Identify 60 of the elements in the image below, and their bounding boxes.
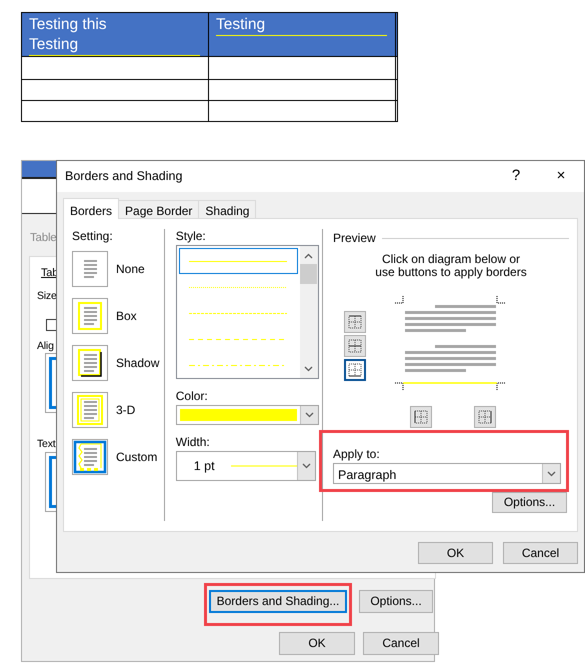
setting-label: Custom [116, 448, 158, 466]
border-grid-icon [348, 315, 362, 329]
setting-label: Box [116, 308, 137, 324]
border-toggle-button[interactable] [344, 311, 366, 333]
field-label: Size [37, 289, 57, 304]
border-setting-icon[interactable] [72, 344, 108, 380]
cell-text: Testing this [29, 15, 107, 35]
section-label: Setting: [72, 229, 114, 245]
help-button[interactable]: ? [501, 162, 531, 190]
field-label: Text [37, 437, 56, 452]
tab[interactable]: Page Border [118, 200, 200, 218]
scroll-down-icon[interactable] [304, 366, 314, 372]
border-toggle-button[interactable] [474, 406, 496, 428]
options-button[interactable]: Options... [492, 492, 567, 513]
border-grid-icon [414, 410, 428, 424]
close-button[interactable]: × [546, 162, 576, 190]
color-dropdown[interactable] [176, 405, 319, 425]
tab[interactable]: Borders [63, 198, 120, 219]
dialog-button[interactable]: Cancel [363, 632, 439, 655]
dropdown-value: Paragraph [337, 467, 398, 483]
border-toggle-button[interactable] [344, 335, 366, 357]
section-label: Style: [176, 229, 207, 245]
width-dropdown[interactable]: 1 pt [176, 451, 316, 481]
section-label: Color: [176, 389, 209, 405]
scroll-thumb[interactable] [300, 264, 318, 284]
apply-to-dropdown[interactable]: Paragraph [333, 463, 561, 484]
dialog-button[interactable]: Borders and Shading... [209, 590, 347, 613]
width-value: 1 pt [194, 458, 215, 475]
cell-text: Testing [29, 35, 78, 55]
dialog-button[interactable]: Options... [359, 590, 433, 613]
border-grid-icon [478, 410, 492, 424]
hint-text: use buttons to apply borders [375, 266, 527, 279]
border-toggle-button[interactable] [410, 406, 432, 428]
setting-label: Shadow [116, 354, 160, 372]
dialog-button[interactable]: OK [418, 542, 493, 564]
border-toggle-button[interactable] [344, 359, 366, 381]
dialog-button[interactable]: OK [279, 632, 355, 655]
scrollbar[interactable] [300, 246, 318, 378]
dialog-button[interactable]: Cancel [503, 542, 578, 564]
section-label: Preview [333, 230, 376, 247]
line-style-option[interactable] [178, 248, 298, 274]
checkbox[interactable] [46, 319, 57, 331]
border-grid-icon [348, 363, 362, 377]
line-sample [230, 465, 297, 467]
window-title: Borders and Shading [65, 168, 182, 186]
caret-icon[interactable] [304, 412, 314, 418]
hint-text: Click on diagram below or [382, 253, 520, 266]
section-label: Width: [176, 435, 211, 451]
border-grid-icon [348, 339, 362, 353]
section-label: Apply to: [333, 447, 380, 463]
setting-label: None [116, 260, 145, 278]
caret-icon[interactable] [547, 470, 556, 476]
setting-label: 3-D [116, 402, 136, 418]
scroll-up-icon[interactable] [304, 253, 314, 259]
cell-text: Testing [216, 15, 266, 35]
tab[interactable]: Shading [198, 200, 256, 218]
caret-icon[interactable] [302, 463, 311, 469]
line-style-list[interactable] [176, 245, 319, 379]
window-caption: Table [30, 231, 56, 246]
field-label: Alig [37, 339, 54, 354]
